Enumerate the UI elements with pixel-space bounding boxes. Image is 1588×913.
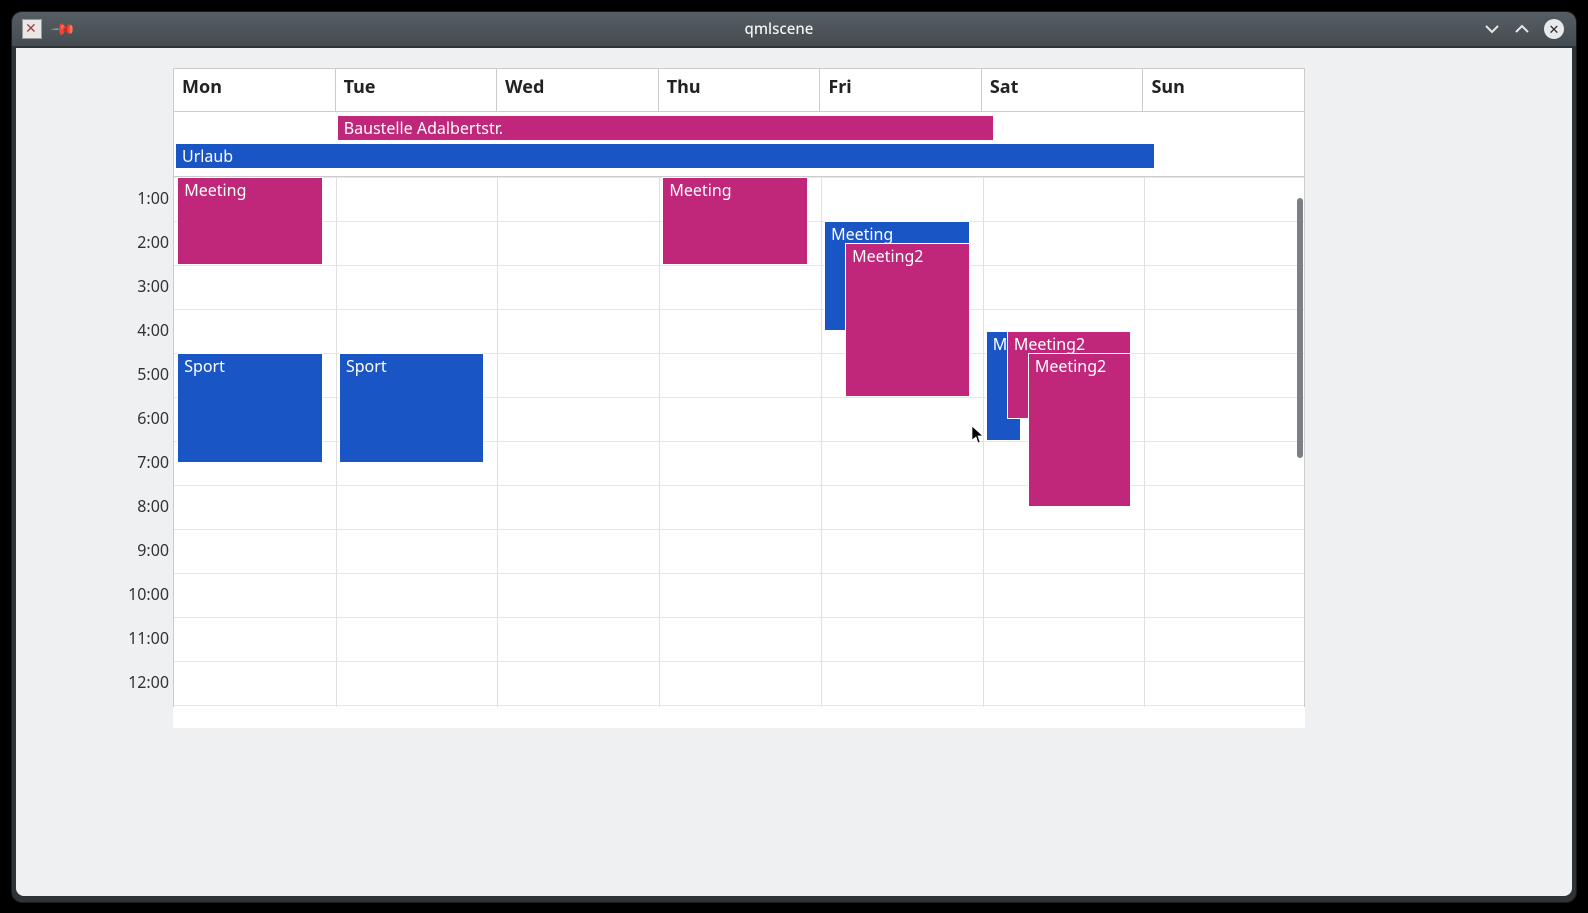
calendar-event[interactable]: Meeting2 <box>845 243 970 397</box>
allday-event[interactable]: Urlaub <box>176 144 1154 168</box>
time-label: 1:00 <box>137 187 169 209</box>
time-label: 5:00 <box>137 363 169 385</box>
close-icon[interactable]: ✕ <box>1544 19 1564 39</box>
day-header: Tue <box>335 68 497 112</box>
day-header: Sat <box>981 68 1143 112</box>
calendar-event[interactable]: Meeting2 <box>1028 353 1131 507</box>
time-label: 10:00 <box>128 583 169 605</box>
day-header: Thu <box>658 68 820 112</box>
time-label: 8:00 <box>137 495 169 517</box>
client-area: 1:00 2:00 3:00 4:00 5:00 6:00 7:00 8:00 9:00 10:0… <box>16 48 1572 896</box>
calendar-event[interactable]: Sport <box>177 353 323 463</box>
time-label: 11:00 <box>128 627 169 649</box>
window-title: qmlscene <box>74 19 1484 39</box>
time-label: 2:00 <box>137 231 169 253</box>
calendar-event[interactable]: Meeting <box>177 177 323 265</box>
maximize-icon[interactable] <box>1514 24 1530 34</box>
calendar-event[interactable]: Sport <box>339 353 485 463</box>
day-column <box>1144 177 1305 707</box>
day-column <box>497 177 660 707</box>
calendar-event[interactable]: Meeting <box>662 177 808 265</box>
app-icon <box>22 19 42 39</box>
window: 📌 qmlscene ✕ 1:00 2:00 3:00 4:00 5:00 6:00 7:0… <box>12 12 1576 902</box>
time-label: 3:00 <box>137 275 169 297</box>
time-label: 9:00 <box>137 539 169 561</box>
day-header: Fri <box>819 68 981 112</box>
time-gutter: 1:002:003:004:005:006:007:008:009:0010:0… <box>119 198 169 728</box>
day-header: Mon <box>173 68 335 112</box>
titlebar[interactable]: 📌 qmlscene ✕ <box>12 12 1576 46</box>
time-label: 6:00 <box>137 407 169 429</box>
time-label: 12:00 <box>128 671 169 693</box>
allday-event[interactable]: Baustelle Adalbertstr. <box>338 116 993 140</box>
calendar-week-view: 1:002:003:004:005:006:007:008:009:0010:0… <box>173 68 1305 728</box>
day-header-row: MonTueWedThuFriSatSun <box>173 68 1305 112</box>
day-header: Wed <box>496 68 658 112</box>
time-label: 7:00 <box>137 451 169 473</box>
day-header: Sun <box>1142 68 1304 112</box>
scrollbar-thumb[interactable] <box>1297 198 1303 458</box>
time-label: 4:00 <box>137 319 169 341</box>
timed-grid[interactable]: MeetingMeetingSportSportMeetingMeeting2M… <box>173 177 1305 707</box>
minimize-icon[interactable] <box>1484 24 1500 34</box>
allday-strip: Baustelle Adalbertstr. Urlaub <box>173 112 1305 177</box>
